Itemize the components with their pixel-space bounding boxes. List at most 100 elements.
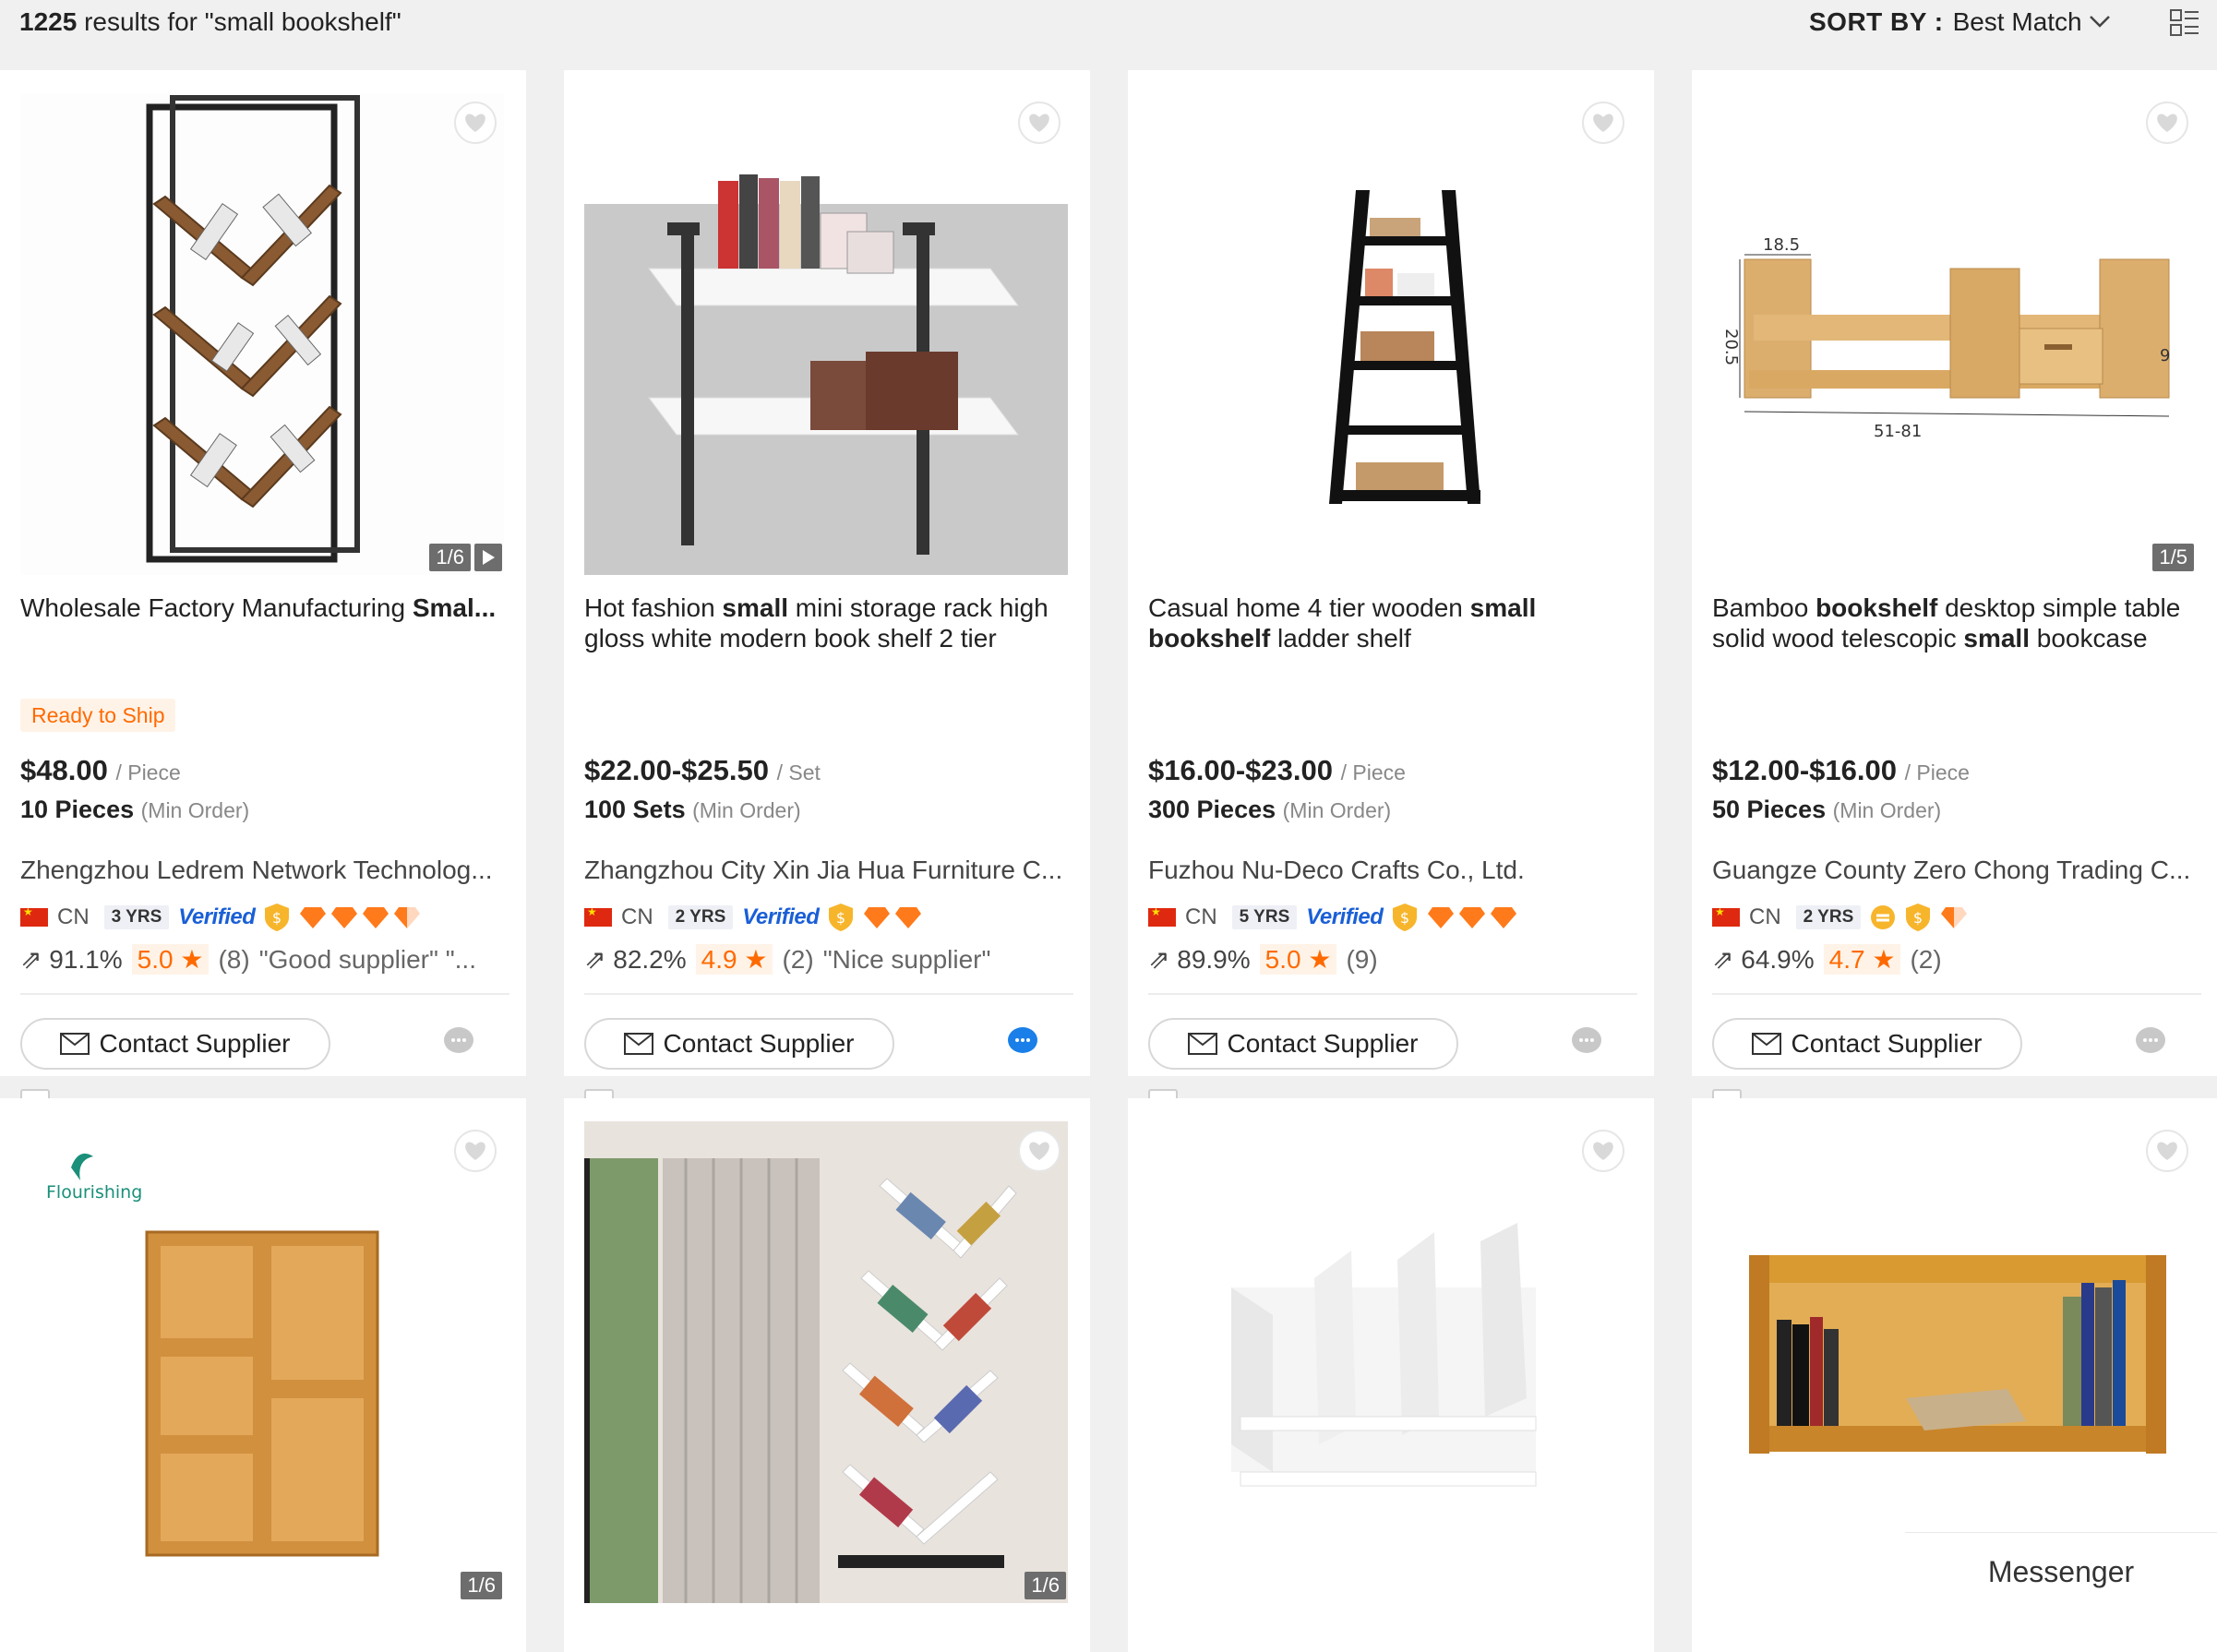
ladder-shelf-image	[1329, 190, 1480, 504]
chat-icon[interactable]	[2135, 1026, 2166, 1056]
rating: 5.0 ★	[131, 944, 210, 975]
product-card[interactable]: 18.5 20.5 51-81 9 1/5 Bamboo bookshelf d…	[1692, 70, 2217, 1137]
divider	[20, 993, 509, 995]
supplier-stats: ⇗ 64.9% 4.7 ★ (2)	[1712, 944, 1942, 975]
verified-badge[interactable]: Verified	[1306, 904, 1384, 930]
contact-supplier-button[interactable]: Contact Supplier	[1712, 1018, 2022, 1070]
china-flag-icon	[1712, 905, 1740, 927]
product-image[interactable]: 18.5 20.5 51-81 9 1/5	[1712, 93, 2196, 575]
chat-icon[interactable]	[1571, 1026, 1602, 1056]
years-badge: 2 YRS	[1795, 905, 1862, 929]
min-order: 10 Pieces (Min Order)	[20, 796, 250, 823]
diamond-rating	[1427, 905, 1517, 929]
product-title[interactable]: Bamboo bookshelf desktop simple table so…	[1712, 593, 2201, 653]
review-count[interactable]: (2)	[782, 945, 813, 975]
svg-text:$: $	[272, 909, 282, 927]
supplier-name[interactable]: Zhengzhou Ledrem Network Technolog...	[20, 856, 509, 885]
supplier-badges: CN 3 YRS Verified $	[20, 899, 421, 936]
china-flag-icon	[20, 905, 48, 927]
favorite-button[interactable]	[454, 102, 497, 144]
supplier-stats: ⇗ 91.1% 5.0 ★ (8) "Good supplier" "...	[20, 944, 476, 975]
product-image[interactable]	[1148, 1121, 1632, 1603]
image-pager: 1/5	[2152, 544, 2194, 571]
result-count: 1225 results for "small bookshelf"	[19, 7, 401, 36]
favorite-button[interactable]	[1582, 102, 1624, 144]
product-title[interactable]: Hot fashion small mini storage rack high…	[584, 593, 1073, 653]
gold-supplier-icon: $	[829, 904, 854, 931]
product-card[interactable]: 1/6 Wholesale Factory Manufacturing Smal…	[0, 70, 526, 1137]
bamboo-bookshelf-image: 18.5 20.5 51-81 9	[1721, 235, 2170, 441]
china-flag-icon	[584, 905, 612, 927]
product-card[interactable]: 1/6	[564, 1098, 1090, 1652]
chevron-down-icon[interactable]	[2088, 13, 2112, 30]
product-image[interactable]	[1712, 1121, 2196, 1603]
favorite-button[interactable]	[1018, 102, 1061, 144]
diamond-rating	[299, 905, 421, 929]
favorite-button[interactable]	[1018, 1130, 1061, 1172]
envelope-icon	[1752, 1033, 1782, 1055]
product-card[interactable]: Flourishing 1/6	[0, 1098, 526, 1652]
rating: 4.7 ★	[1823, 944, 1901, 975]
review-quote: "Good supplier" "...	[258, 944, 476, 974]
play-icon[interactable]	[474, 544, 502, 571]
years-badge: 5 YRS	[1231, 905, 1298, 929]
review-count[interactable]: (9)	[1346, 945, 1377, 975]
supplier-badges: CN 5 YRS Verified $	[1148, 899, 1517, 936]
favorite-button[interactable]	[454, 1130, 497, 1172]
product-card[interactable]: Hot fashion small mini storage rack high…	[564, 70, 1090, 1137]
product-price: $12.00-$16.00 / Piece	[1712, 754, 1970, 786]
product-card[interactable]: Casual home 4 tier wooden small bookshelf…	[1128, 70, 1654, 1137]
product-price: $48.00 / Piece	[20, 754, 181, 786]
rating: 5.0 ★	[1259, 944, 1337, 975]
svg-text:20.5: 20.5	[1721, 329, 1741, 365]
white-storage-rack-image	[584, 93, 1068, 575]
min-order: 100 Sets (Min Order)	[584, 796, 801, 823]
supplier-name[interactable]: Zhangzhou City Xin Jia Hua Furniture C..…	[584, 856, 1073, 885]
verified-badge[interactable]: Verified	[178, 904, 256, 930]
svg-text:9: 9	[2160, 346, 2170, 365]
favorite-button[interactable]	[1582, 1130, 1624, 1172]
contact-supplier-button[interactable]: Contact Supplier	[1148, 1018, 1458, 1070]
product-image[interactable]: 1/6	[20, 93, 504, 575]
response-rate: ⇗ 82.2%	[584, 945, 687, 974]
sort-dropdown[interactable]: SORT BY : Best Match	[1809, 6, 2082, 39]
response-rate: ⇗ 89.9%	[1148, 945, 1251, 974]
image-pager: 1/6	[1025, 1572, 1066, 1599]
chat-icon[interactable]	[1007, 1026, 1038, 1056]
messenger-button[interactable]: Messenger	[1905, 1532, 2217, 1610]
contact-supplier-button[interactable]: Contact Supplier	[584, 1018, 894, 1070]
supplier-name[interactable]: Guangze County Zero Chong Trading C...	[1712, 856, 2201, 885]
response-rate: ⇗ 91.1%	[20, 945, 123, 974]
contact-supplier-button[interactable]: Contact Supplier	[20, 1018, 330, 1070]
product-image[interactable]: Flourishing 1/6	[20, 1121, 504, 1603]
product-image[interactable]	[584, 93, 1068, 575]
gold-supplier-icon: $	[1393, 904, 1418, 931]
supplier-name[interactable]: Fuzhou Nu-Deco Crafts Co., Ltd.	[1148, 856, 1637, 885]
gold-supplier-icon: $	[1906, 904, 1931, 931]
sort-value: Best Match	[1952, 7, 2082, 36]
verified-badge[interactable]: Verified	[742, 904, 820, 930]
svg-text:Flourishing: Flourishing	[46, 1182, 142, 1203]
product-title[interactable]: Casual home 4 tier wooden small bookshelf…	[1148, 593, 1637, 653]
review-quote: "Nice supplier"	[822, 944, 991, 974]
results-header: 1225 results for "small bookshelf" SORT …	[0, 0, 2217, 57]
svg-text:51-81: 51-81	[1874, 422, 1922, 441]
product-card[interactable]	[1128, 1098, 1654, 1652]
heart-icon	[1029, 114, 1049, 132]
heart-icon	[1593, 1142, 1613, 1160]
list-view-icon[interactable]	[2169, 7, 2200, 39]
product-title[interactable]: Wholesale Factory Manufacturing Smal...	[20, 593, 509, 623]
rating: 4.9 ★	[695, 944, 773, 975]
response-rate: ⇗ 64.9%	[1712, 945, 1815, 974]
heart-icon	[2157, 1142, 2177, 1160]
favorite-button[interactable]	[2146, 102, 2188, 144]
envelope-icon	[624, 1033, 654, 1055]
svg-text:$: $	[1913, 909, 1923, 927]
product-image[interactable]: 1/6	[584, 1121, 1068, 1603]
review-count[interactable]: (8)	[218, 945, 249, 975]
review-count[interactable]: (2)	[1910, 945, 1941, 975]
chat-icon[interactable]	[443, 1026, 474, 1056]
favorite-button[interactable]	[2146, 1130, 2188, 1172]
min-order: 300 Pieces (Min Order)	[1148, 796, 1392, 823]
product-image[interactable]	[1148, 93, 1632, 575]
